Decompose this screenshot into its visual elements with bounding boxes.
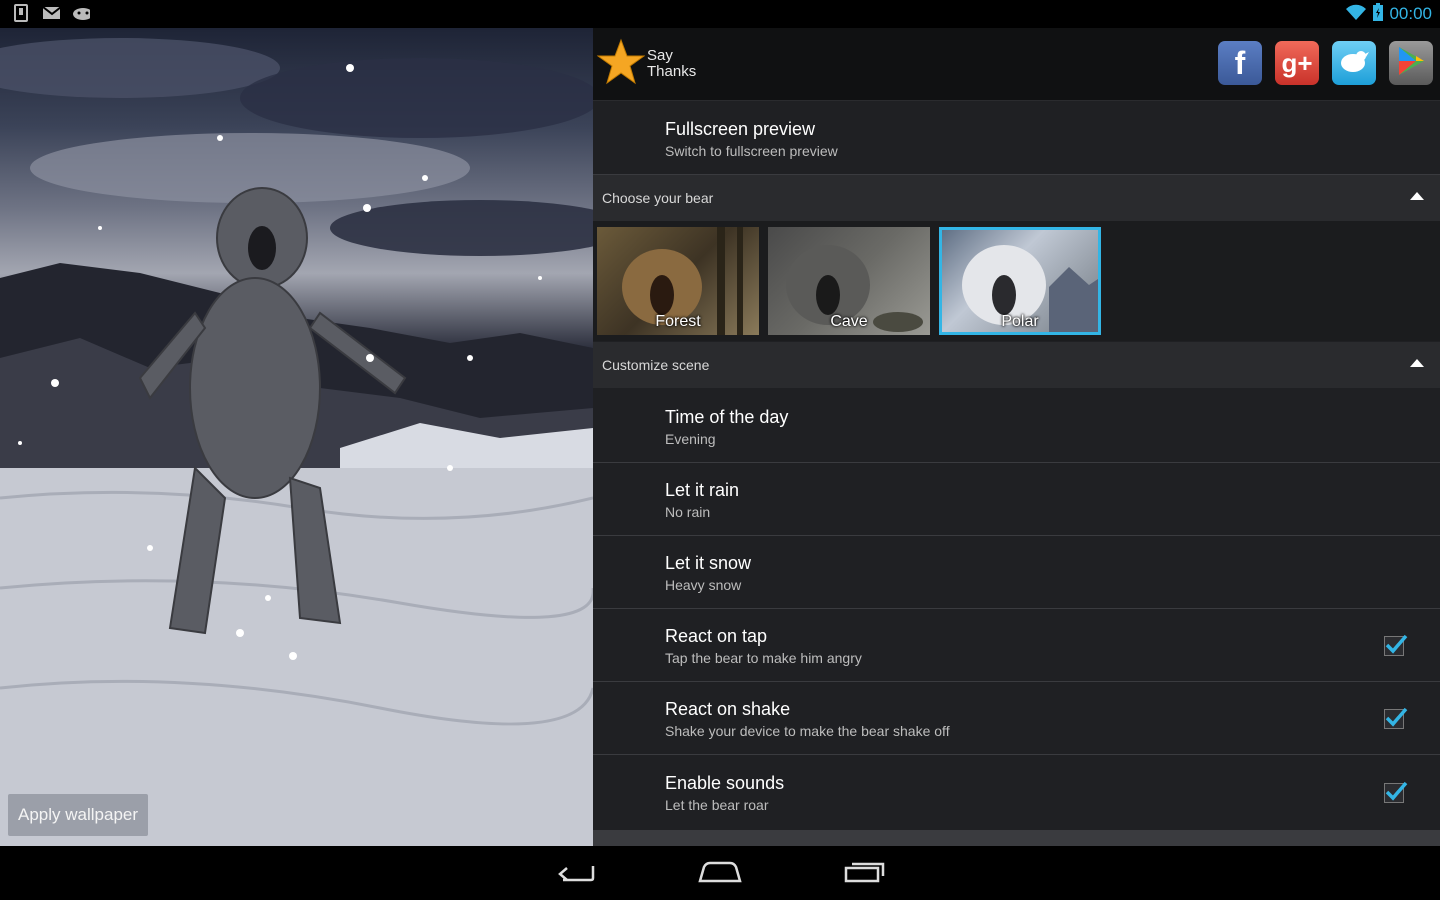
customize-scene-label: Customize scene [602,357,710,373]
recent-apps-button[interactable] [835,856,895,890]
home-icon [698,859,742,887]
react-on-tap-row[interactable]: React on tap Tap the bear to make him an… [593,609,1440,682]
fullscreen-title: Fullscreen preview [665,119,816,139]
choose-bear-label: Choose your bear [602,190,714,206]
android-icon [72,4,90,22]
bear-option-cave[interactable]: Cave [768,227,930,335]
header-bar: Say Thanks f g+ [593,28,1440,101]
twitter-icon [1339,48,1369,78]
play-store-icon [1396,45,1426,81]
bear-option-forest[interactable]: Forest [597,227,759,335]
bear-selector: Forest Cave Polar [593,221,1440,341]
enable-sounds-row[interactable]: Enable sounds Let the bear roar [593,755,1440,829]
pref-title: Let it snow [665,553,752,573]
scene-image [0,38,593,846]
time-of-day-row[interactable]: Time of the day Evening [593,389,1440,463]
say-thanks-button[interactable]: Say Thanks [596,38,697,90]
collapse-arrow-icon [1410,359,1424,367]
star-icon [596,38,646,90]
let-it-rain-row[interactable]: Let it rain No rain [593,463,1440,536]
battery-icon [1373,3,1384,25]
play-store-button[interactable] [1389,41,1433,85]
google-plus-icon: g+ [1281,47,1313,78]
pref-title: Let it rain [665,480,740,500]
status-bar: 00:00 [0,0,1440,28]
scroll-edge [593,830,1440,846]
say-thanks-line2: Thanks [647,63,697,80]
pref-title: Enable sounds [665,773,785,793]
checkmark-icon [1385,707,1408,727]
settings-panel: Say Thanks f g+ Fullscreen preview Switc… [593,28,1440,846]
pref-subtitle: Tap the bear to make him angry [665,650,862,666]
let-it-snow-row[interactable]: Let it snow Heavy snow [593,536,1440,609]
pref-title: React on shake [665,699,791,719]
react-on-shake-checkbox[interactable] [1384,707,1408,729]
bear-label-cave: Cave [830,313,868,330]
customize-scene-header[interactable]: Customize scene [593,342,1440,388]
bear-label-forest: Forest [655,313,701,330]
say-thanks-line1: Say [647,47,673,64]
apply-wallpaper-button[interactable]: Apply wallpaper [8,794,149,836]
facebook-button[interactable]: f [1218,41,1262,85]
pref-subtitle: Shake your device to make the bear shake… [665,723,950,739]
wifi-icon [1345,4,1367,24]
bear-label-polar: Polar [1001,313,1039,330]
twitter-button[interactable] [1332,41,1376,85]
back-icon [555,858,597,888]
facebook-icon: f [1234,44,1246,81]
react-on-tap-checkbox[interactable] [1384,634,1408,656]
wallpaper-preview[interactable]: Apply wallpaper [0,28,593,846]
fullscreen-preview-row[interactable]: Fullscreen preview Switch to fullscreen … [593,101,1440,175]
google-plus-button[interactable]: g+ [1275,41,1319,85]
clock: 00:00 [1389,4,1432,23]
pref-subtitle: Evening [665,431,716,447]
pref-title: Time of the day [665,407,789,427]
gmail-icon [42,4,60,22]
enable-sounds-checkbox[interactable] [1384,781,1408,803]
recent-apps-icon [844,859,886,887]
navigation-bar [0,846,1440,900]
react-on-shake-row[interactable]: React on shake Shake your device to make… [593,682,1440,755]
pref-subtitle: No rain [665,504,711,520]
back-button[interactable] [546,856,606,890]
bear-option-polar[interactable]: Polar [939,227,1101,335]
choose-bear-header[interactable]: Choose your bear [593,175,1440,221]
home-button[interactable] [690,856,750,890]
checkmark-icon [1385,781,1408,801]
fullscreen-subtitle: Switch to fullscreen preview [665,143,838,159]
checkmark-icon [1385,634,1408,654]
collapse-arrow-icon [1410,192,1424,200]
pref-title: React on tap [665,626,768,646]
pref-subtitle: Heavy snow [665,577,742,593]
sd-card-icon [12,4,30,22]
pref-subtitle: Let the bear roar [665,797,769,813]
